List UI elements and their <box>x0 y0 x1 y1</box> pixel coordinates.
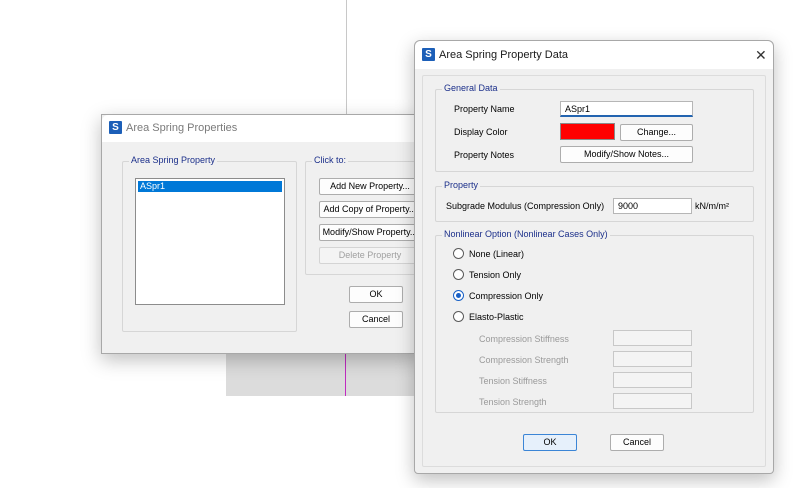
group-label: Property <box>442 180 481 190</box>
group-label: Nonlinear Option (Nonlinear Cases Only) <box>442 229 610 239</box>
radio-tension-only[interactable] <box>453 269 464 280</box>
title-bar[interactable]: S Area Spring Properties <box>102 115 420 142</box>
nonlinear-option-group: Nonlinear Option (Nonlinear Cases Only) <box>435 229 754 413</box>
area-spring-properties-dialog: S Area Spring Properties Area Spring Pro… <box>101 114 430 354</box>
display-color-label: Display Color <box>454 127 508 137</box>
radio-label[interactable]: Elasto-Plastic <box>469 312 524 322</box>
tension-stiffness-label: Tension Stiffness <box>479 376 547 386</box>
modify-show-notes-button[interactable]: Modify/Show Notes... <box>560 146 693 163</box>
radio-label[interactable]: Compression Only <box>469 291 543 301</box>
group-label: General Data <box>442 83 500 93</box>
close-icon[interactable]: ✕ <box>755 48 767 62</box>
group-label: Area Spring Property <box>129 155 218 165</box>
area-spring-property-group: Area Spring Property ASpr1 <box>122 155 297 332</box>
property-list[interactable]: ASpr1 <box>135 178 285 305</box>
modify-show-property-button[interactable]: Modify/Show Property... <box>319 224 421 241</box>
cancel-button[interactable]: Cancel <box>349 311 403 328</box>
property-name-label: Property Name <box>454 104 515 114</box>
app-logo-icon: S <box>109 121 122 134</box>
radio-label[interactable]: None (Linear) <box>469 249 524 259</box>
delete-property-button[interactable]: Delete Property <box>319 247 421 264</box>
ok-button[interactable]: OK <box>349 286 403 303</box>
add-new-property-button[interactable]: Add New Property... <box>319 178 421 195</box>
subgrade-modulus-unit: kN/m/m² <box>695 201 729 211</box>
tension-stiffness-field[interactable] <box>613 372 692 388</box>
dialog-title: Area Spring Properties <box>126 122 238 134</box>
compression-stiffness-field[interactable] <box>613 330 692 346</box>
background-drawing-line <box>346 0 347 116</box>
cancel-button[interactable]: Cancel <box>610 434 664 451</box>
property-name-field[interactable]: ASpr1 <box>560 101 693 117</box>
title-bar[interactable]: S Area Spring Property Data ✕ <box>415 41 773 69</box>
radio-elasto-plastic[interactable] <box>453 311 464 322</box>
ok-button[interactable]: OK <box>523 434 577 451</box>
compression-stiffness-label: Compression Stiffness <box>479 334 569 344</box>
dialog-title: Area Spring Property Data <box>439 49 569 61</box>
tension-strength-field[interactable] <box>613 393 692 409</box>
tension-strength-label: Tension Strength <box>479 397 547 407</box>
area-spring-property-data-dialog: S Area Spring Property Data ✕ General Da… <box>414 40 774 474</box>
compression-strength-field[interactable] <box>613 351 692 367</box>
subgrade-modulus-field[interactable]: 9000 <box>613 198 692 214</box>
display-color-swatch[interactable] <box>560 123 615 140</box>
group-label: Click to: <box>312 155 349 165</box>
app-logo-icon: S <box>422 48 435 61</box>
compression-strength-label: Compression Strength <box>479 355 569 365</box>
subgrade-modulus-label: Subgrade Modulus (Compression Only) <box>446 201 605 211</box>
radio-label[interactable]: Tension Only <box>469 270 521 280</box>
change-color-button[interactable]: Change... <box>620 124 693 141</box>
background-magenta-line <box>345 354 346 396</box>
radio-none-linear[interactable] <box>453 248 464 259</box>
add-copy-property-button[interactable]: Add Copy of Property... <box>319 201 421 218</box>
background-panel <box>226 354 416 396</box>
radio-compression-only[interactable] <box>453 290 464 301</box>
list-item[interactable]: ASpr1 <box>138 181 282 192</box>
property-notes-label: Property Notes <box>454 150 515 160</box>
